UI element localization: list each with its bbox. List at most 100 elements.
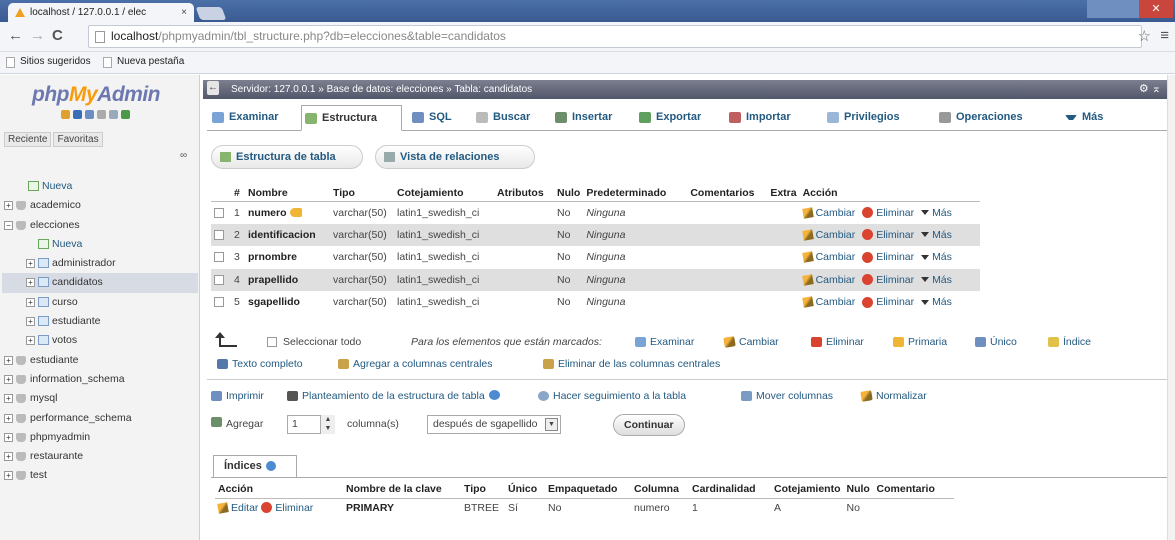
- bulk-change[interactable]: Cambiar: [723, 333, 779, 351]
- bookmark-sitios-sugeridos[interactable]: Sitios sugeridos: [6, 52, 91, 72]
- help-icon[interactable]: [488, 390, 500, 400]
- propose-structure-link[interactable]: Planteamiento de la estructura de tabla: [287, 387, 500, 405]
- change-link[interactable]: Cambiar: [801, 251, 855, 264]
- more-dropdown[interactable]: Más: [921, 207, 952, 219]
- tab-estructura[interactable]: Estructura: [301, 105, 402, 131]
- select-all[interactable]: Seleccionar todo: [267, 333, 361, 351]
- track-table-link[interactable]: Hacer seguimiento a la tabla: [538, 387, 686, 405]
- expand-icon[interactable]: +: [4, 201, 13, 211]
- back-arrow-icon[interactable]: ←: [8, 28, 23, 44]
- expand-icon[interactable]: +: [4, 471, 13, 481]
- breadcrumb-server[interactable]: Servidor: 127.0.0.1: [231, 84, 316, 95]
- bulk-index[interactable]: Índice: [1048, 333, 1091, 351]
- change-link[interactable]: Cambiar: [801, 296, 855, 309]
- subtab-table-structure[interactable]: Estructura de tabla: [211, 145, 363, 169]
- tab-privilegios[interactable]: Privilegios: [824, 105, 924, 131]
- reload-nav-icon[interactable]: [121, 110, 130, 119]
- row-checkbox[interactable]: [214, 274, 224, 285]
- tree-database-item[interactable]: − elecciones: [2, 216, 198, 235]
- reload-icon[interactable]: C: [52, 28, 63, 44]
- continue-button[interactable]: Continuar: [613, 414, 685, 436]
- row-checkbox[interactable]: [214, 252, 224, 263]
- bulk-add-central[interactable]: Agregar a columnas centrales: [338, 355, 493, 373]
- expand-icon[interactable]: +: [4, 432, 13, 442]
- tree-database-item[interactable]: + phpmyadmin: [2, 428, 198, 447]
- collapse-icon[interactable]: −: [4, 220, 13, 230]
- link-icon[interactable]: ∞: [180, 150, 187, 161]
- expand-icon[interactable]: +: [4, 355, 13, 365]
- collapse-nav-button[interactable]: ←: [207, 81, 219, 95]
- move-columns-link[interactable]: Mover columnas: [741, 387, 833, 405]
- more-dropdown[interactable]: Más: [921, 274, 952, 286]
- tree-database-item[interactable]: + restaurante: [2, 447, 198, 466]
- expand-icon[interactable]: +: [4, 374, 13, 384]
- page-scrollbar[interactable]: [1167, 75, 1175, 540]
- more-dropdown[interactable]: Más: [921, 251, 952, 263]
- tree-database-item[interactable]: + estudiante: [2, 351, 198, 370]
- change-link[interactable]: Cambiar: [801, 274, 855, 286]
- change-link[interactable]: Cambiar: [801, 207, 855, 219]
- drop-index-link[interactable]: Eliminar: [261, 502, 313, 514]
- expand-icon[interactable]: +: [26, 297, 35, 307]
- expand-icon[interactable]: +: [26, 336, 35, 346]
- bookmark-nueva-pestana[interactable]: Nueva pestaña: [103, 52, 184, 72]
- drop-link[interactable]: Eliminar: [862, 229, 914, 241]
- more-dropdown[interactable]: Más: [921, 296, 952, 308]
- bulk-drop[interactable]: Eliminar: [811, 333, 864, 351]
- tab-exportar[interactable]: Exportar: [636, 105, 720, 131]
- drop-link[interactable]: Eliminar: [862, 274, 914, 286]
- tab-favorites[interactable]: Favoritas: [53, 132, 103, 147]
- row-checkbox[interactable]: [214, 297, 224, 308]
- address-bar[interactable]: localhost/phpmyadmin/tbl_structure.php?d…: [88, 25, 1142, 48]
- tree-table-item[interactable]: + candidatos: [2, 273, 198, 293]
- tree-table-item[interactable]: + administrador: [2, 254, 198, 273]
- subtab-relation-view[interactable]: Vista de relaciones: [375, 145, 535, 169]
- tree-new-item[interactable]: Nueva: [2, 235, 198, 254]
- col-header[interactable]: Predeterminado: [583, 185, 688, 202]
- home-icon[interactable]: [61, 110, 70, 119]
- browser-tab[interactable]: localhost / 127.0.0.1 / elec ×: [8, 3, 194, 22]
- forward-arrow-icon[interactable]: →: [30, 28, 45, 44]
- bulk-primary[interactable]: Primaria: [893, 333, 947, 351]
- col-header[interactable]: Cotejamiento: [394, 185, 494, 202]
- row-checkbox[interactable]: [214, 207, 224, 218]
- drop-link[interactable]: Eliminar: [862, 296, 914, 308]
- tree-new-item[interactable]: Nueva: [2, 177, 198, 196]
- expand-icon[interactable]: +: [26, 317, 35, 327]
- expand-icon[interactable]: +: [4, 413, 13, 423]
- col-header[interactable]: Nombre: [245, 185, 330, 202]
- edit-index-link[interactable]: Editar: [217, 502, 258, 514]
- expand-icon[interactable]: +: [26, 259, 35, 269]
- panel-controls-icon[interactable]: ⚙ ⌅: [1139, 80, 1161, 99]
- tree-table-item[interactable]: + votos: [2, 331, 198, 350]
- new-tab-button[interactable]: [195, 7, 227, 20]
- bulk-browse[interactable]: Examinar: [635, 333, 694, 351]
- tab-insertar[interactable]: Insertar: [552, 105, 630, 131]
- col-header[interactable]: Atributos: [494, 185, 554, 202]
- bulk-fulltext[interactable]: Texto completo: [217, 355, 303, 373]
- exit-icon[interactable]: [73, 110, 82, 119]
- bulk-unique[interactable]: Único: [975, 333, 1017, 351]
- expand-icon[interactable]: +: [4, 452, 13, 462]
- col-header[interactable]: Nulo: [554, 185, 584, 202]
- tab-examinar[interactable]: Examinar: [209, 105, 295, 131]
- tree-database-item[interactable]: + information_schema: [2, 370, 198, 389]
- drop-link[interactable]: Eliminar: [862, 207, 914, 219]
- tree-table-item[interactable]: + estudiante: [2, 312, 198, 331]
- tab-recent[interactable]: Reciente: [4, 132, 52, 147]
- settings-icon[interactable]: [109, 110, 118, 119]
- breadcrumb-database[interactable]: Base de datos: elecciones: [327, 84, 444, 95]
- select-all-checkbox[interactable]: [267, 337, 277, 348]
- tree-database-item[interactable]: + performance_schema: [2, 409, 198, 428]
- tab-buscar[interactable]: Buscar: [473, 105, 547, 131]
- tab-operaciones[interactable]: Operaciones: [936, 105, 1048, 131]
- col-header[interactable]: Comentarios: [687, 185, 768, 202]
- bookmark-star-icon[interactable]: ☆: [1138, 27, 1151, 45]
- drop-link[interactable]: Eliminar: [862, 251, 914, 263]
- more-dropdown[interactable]: Más: [921, 229, 952, 241]
- tree-database-item[interactable]: + mysql: [2, 389, 198, 408]
- expand-icon[interactable]: +: [4, 394, 13, 404]
- breadcrumb-table[interactable]: Tabla: candidatos: [454, 84, 532, 95]
- query-window-icon[interactable]: [85, 110, 94, 119]
- expand-icon[interactable]: +: [26, 278, 35, 288]
